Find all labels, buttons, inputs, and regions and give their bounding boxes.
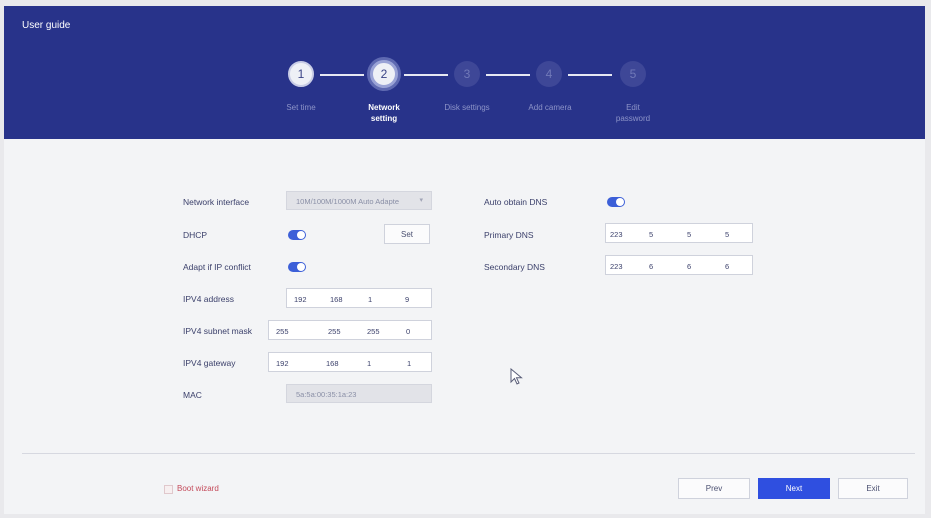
primary-dns-octet-1: 223 [610,230,623,239]
adapt-ip-conflict-label: Adapt if IP conflict [183,262,251,272]
secondary-dns-octet-3: 6 [687,262,692,271]
secondary-dns-octet-1: 223 [610,262,623,271]
exit-button[interactable]: Exit [838,478,908,499]
user-guide-window: User guide 1 2 3 4 5 Set time Network se… [4,6,925,514]
ipv4-subnet-mask-label: IPV4 subnet mask [183,326,252,336]
ipv4-gateway-octet-1: 192 [276,359,289,368]
primary-dns-octet-2: 5 [649,230,654,239]
ipv4-address-octet-2: 168 [330,295,343,304]
step-connector-1 [320,74,364,76]
step-1-label: Set time [286,103,316,112]
ipv4-address-octet-4: 9 [405,295,410,304]
secondary-dns-input[interactable]: 223 6 6 6 [605,255,753,275]
step-4-indicator[interactable]: 4 [536,61,562,87]
dhcp-label: DHCP [183,230,208,240]
step-4-number: 4 [545,67,553,81]
boot-wizard-checkbox[interactable] [164,485,173,494]
mac-label: MAC [183,390,202,400]
adapt-ip-conflict-toggle[interactable] [288,262,306,272]
ipv4-address-octet-3: 1 [368,295,373,304]
ipv4-subnet-mask-octet-3: 255 [367,327,380,336]
step-5-indicator[interactable]: 5 [620,61,646,87]
network-interface-value: 10M/100M/1000M Auto Adapte [296,197,399,206]
ipv4-gateway-octet-4: 1 [407,359,412,368]
boot-wizard-label: Boot wizard [177,484,219,493]
primary-dns-octet-3: 5 [687,230,692,239]
step-5-label: Edit password [615,103,651,123]
footer-divider [22,453,915,454]
primary-dns-octet-4: 5 [725,230,730,239]
page-title: User guide [22,20,71,31]
step-1-number: 1 [297,67,305,81]
ipv4-gateway-octet-3: 1 [367,359,372,368]
step-1-indicator[interactable]: 1 [288,61,314,87]
step-3-label: Disk settings [444,103,490,112]
auto-obtain-dns-toggle[interactable] [607,197,625,207]
step-5-number: 5 [629,67,637,81]
primary-dns-input[interactable]: 223 5 5 5 [605,223,753,243]
step-2-number: 2 [380,67,388,81]
step-connector-2 [404,74,448,76]
dhcp-toggle[interactable] [288,230,306,240]
step-3-indicator[interactable]: 3 [454,61,480,87]
step-2-label: Network setting [368,103,400,123]
ipv4-subnet-mask-input[interactable]: 255 255 255 0 [268,320,432,340]
step-connector-3 [486,74,530,76]
ipv4-address-label: IPV4 address [183,294,235,304]
secondary-dns-octet-4: 6 [725,262,730,271]
ipv4-subnet-mask-octet-1: 255 [276,327,289,336]
ipv4-subnet-mask-octet-2: 255 [328,327,341,336]
mac-field: 5a:5a:00:35:1a:23 [286,384,432,403]
step-2-indicator[interactable]: 2 [370,60,398,88]
primary-dns-label: Primary DNS [484,230,534,240]
mac-value: 5a:5a:00:35:1a:23 [296,390,357,399]
network-interface-select[interactable]: 10M/100M/1000M Auto Adapte ▾ [286,191,432,210]
ipv4-gateway-label: IPV4 gateway [183,358,236,368]
ipv4-address-input[interactable]: 192 168 1 9 [286,288,432,308]
step-connector-4 [568,74,612,76]
ipv4-gateway-octet-2: 168 [326,359,339,368]
next-button[interactable]: Next [758,478,830,499]
chevron-down-icon: ▾ [419,197,423,204]
ipv4-gateway-input[interactable]: 192 168 1 1 [268,352,432,372]
ipv4-address-octet-1: 192 [294,295,307,304]
dhcp-set-button[interactable]: Set [384,224,430,244]
network-interface-label: Network interface [183,197,250,207]
ipv4-subnet-mask-octet-4: 0 [406,327,411,336]
mouse-cursor-icon [510,368,523,385]
auto-obtain-dns-label: Auto obtain DNS [484,197,548,207]
step-4-label: Add camera [528,103,572,112]
secondary-dns-label: Secondary DNS [484,262,545,272]
secondary-dns-octet-2: 6 [649,262,654,271]
prev-button[interactable]: Prev [678,478,750,499]
wizard-header: User guide 1 2 3 4 5 Set time Network se… [4,6,925,139]
step-3-number: 3 [463,67,471,81]
